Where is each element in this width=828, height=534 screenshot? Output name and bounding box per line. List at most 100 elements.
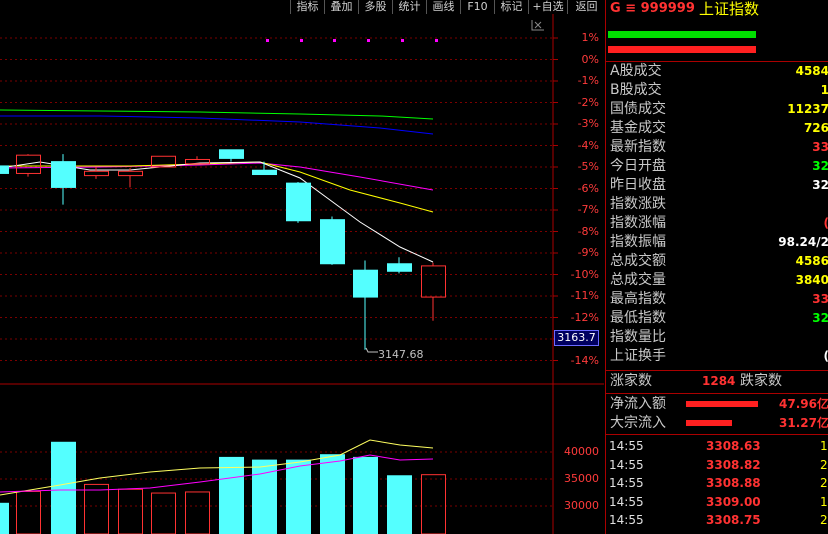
volume-bar <box>0 502 9 534</box>
percent-tick-label: -1% <box>577 74 599 87</box>
quote-value: 98.24/2 <box>778 235 828 249</box>
ma120-line <box>0 115 434 135</box>
tick-time: 14:55 <box>609 513 644 527</box>
candle <box>0 165 9 174</box>
tick-price: 3308.82 <box>706 457 761 472</box>
percent-tick-label: -4% <box>577 138 599 152</box>
candle <box>353 260 378 350</box>
quote-label: B股成交 <box>610 82 662 98</box>
quote-row: 最低指数 32 <box>606 309 828 328</box>
tick-time: 14:55 <box>609 457 644 472</box>
candle <box>118 168 143 188</box>
event-marker[interactable] <box>300 39 303 42</box>
quote-value: 1 <box>820 83 828 97</box>
percent-tick-label: -2% <box>577 95 599 109</box>
event-marker[interactable] <box>367 39 370 42</box>
buy-strength-bar <box>608 31 756 38</box>
tick-row: 14:55 3308.63 1 <box>606 437 828 455</box>
event-marker[interactable] <box>333 39 336 42</box>
candle <box>51 154 76 205</box>
quote-label: 总成交额 <box>610 253 666 269</box>
quote-value: 32 <box>812 178 828 192</box>
candle <box>320 216 345 265</box>
percent-tick-label: -5% <box>577 160 599 173</box>
candle <box>219 149 244 162</box>
tick-volume: 2 <box>820 457 828 472</box>
quote-row: 总成交量 3840 <box>606 271 828 290</box>
volume-bar <box>387 475 412 534</box>
block-inflow-value: 31.27亿 <box>779 416 828 430</box>
event-marker[interactable] <box>266 39 269 42</box>
quote-label: 最高指数 <box>610 291 666 307</box>
quote-value: 3840 <box>795 273 828 287</box>
block-inflow-bar <box>686 420 732 426</box>
quote-row: 指数振幅 98.24/2 <box>606 233 828 252</box>
event-markers <box>266 39 438 42</box>
percent-tick-label: -7% <box>577 203 599 216</box>
net-inflow-value: 47.96亿 <box>779 397 828 411</box>
tick-row: 14:55 3309.00 1 <box>606 493 828 511</box>
quote-value: 33 <box>812 292 828 306</box>
candle <box>421 262 446 321</box>
tick-volume: 1 <box>820 494 828 509</box>
quote-value: 726 <box>803 121 828 135</box>
quote-label: 指数涨幅 <box>610 215 666 231</box>
quote-row: 基金成交 726 <box>606 119 828 138</box>
quote-label: 总成交量 <box>610 272 666 288</box>
percent-tick-label: -6% <box>577 181 599 195</box>
quote-row: A股成交 4584 <box>606 62 828 81</box>
fall-count-label: 跌家数 <box>740 373 782 389</box>
quote-row: 最新指数 33 <box>606 138 828 157</box>
event-marker[interactable] <box>435 39 438 42</box>
percent-tick-label: 1% <box>581 31 599 44</box>
volume-bar <box>353 456 378 534</box>
candlesticks <box>0 149 446 350</box>
tick-time: 14:55 <box>609 439 644 453</box>
percent-tick-label: -12% <box>570 310 599 324</box>
quote-row: 总成交额 4586 <box>606 252 828 271</box>
quote-row: 指数涨幅 ( <box>606 214 828 233</box>
quote-value: 32 <box>812 311 828 325</box>
quote-label: 昨日收盘 <box>610 177 666 193</box>
percent-tick-label: -10% <box>570 267 599 281</box>
current-price-tag: 3163.7 <box>554 330 599 346</box>
tick-volume: 2 <box>820 476 828 490</box>
tick-row: 14:55 3308.82 2 <box>606 456 828 474</box>
candle <box>387 257 412 274</box>
volume-bar <box>84 483 109 534</box>
tick-volume: 2 <box>820 513 828 527</box>
quote-value: 4584 <box>795 64 828 78</box>
volume-bar <box>421 474 446 534</box>
quote-row: 国债成交 11237 <box>606 100 828 119</box>
quote-value: 32 <box>812 159 828 173</box>
tick-time: 14:55 <box>609 494 644 509</box>
volume-bar <box>185 491 210 534</box>
event-marker[interactable] <box>401 39 404 42</box>
volume-bar <box>16 490 41 534</box>
tick-row: 14:55 3308.75 2 <box>606 511 828 529</box>
quote-label: 指数量比 <box>610 329 666 345</box>
collapse-icon[interactable] <box>531 20 544 31</box>
tick-price: 3308.75 <box>706 513 761 527</box>
percent-tick-label: 0% <box>581 52 599 66</box>
quote-row: 昨日收盘 32 <box>606 176 828 195</box>
percent-tick-label: -14% <box>570 353 599 367</box>
tick-volume: 1 <box>820 439 828 453</box>
kline-chart[interactable] <box>0 0 604 534</box>
sell-strength-bar <box>608 46 756 53</box>
candle <box>84 167 109 179</box>
quote-value: ( <box>824 214 828 233</box>
stock-code: G ≡ 999999 <box>610 1 695 16</box>
net-inflow-bar <box>686 401 758 407</box>
block-inflow-row: 大宗流入 31.27亿 <box>606 414 828 433</box>
percent-tick-label: -9% <box>577 246 599 259</box>
quote-value: 4586 <box>795 254 828 268</box>
quote-row: 指数涨跌 <box>606 195 828 214</box>
volume-tick-label: 30000 <box>564 499 599 512</box>
quote-label: 基金成交 <box>610 120 666 136</box>
quote-label: 最低指数 <box>610 310 666 326</box>
rise-fall-row: 涨家数 1284 跌家数 <box>606 372 828 391</box>
percent-tick-label: -11% <box>570 289 599 302</box>
tick-row: 14:55 3308.88 2 <box>606 474 828 492</box>
quote-panel: G ≡ 999999 上证指数 A股成交 4584 B股成交 1 国债成交 11237 基金… <box>605 0 828 534</box>
